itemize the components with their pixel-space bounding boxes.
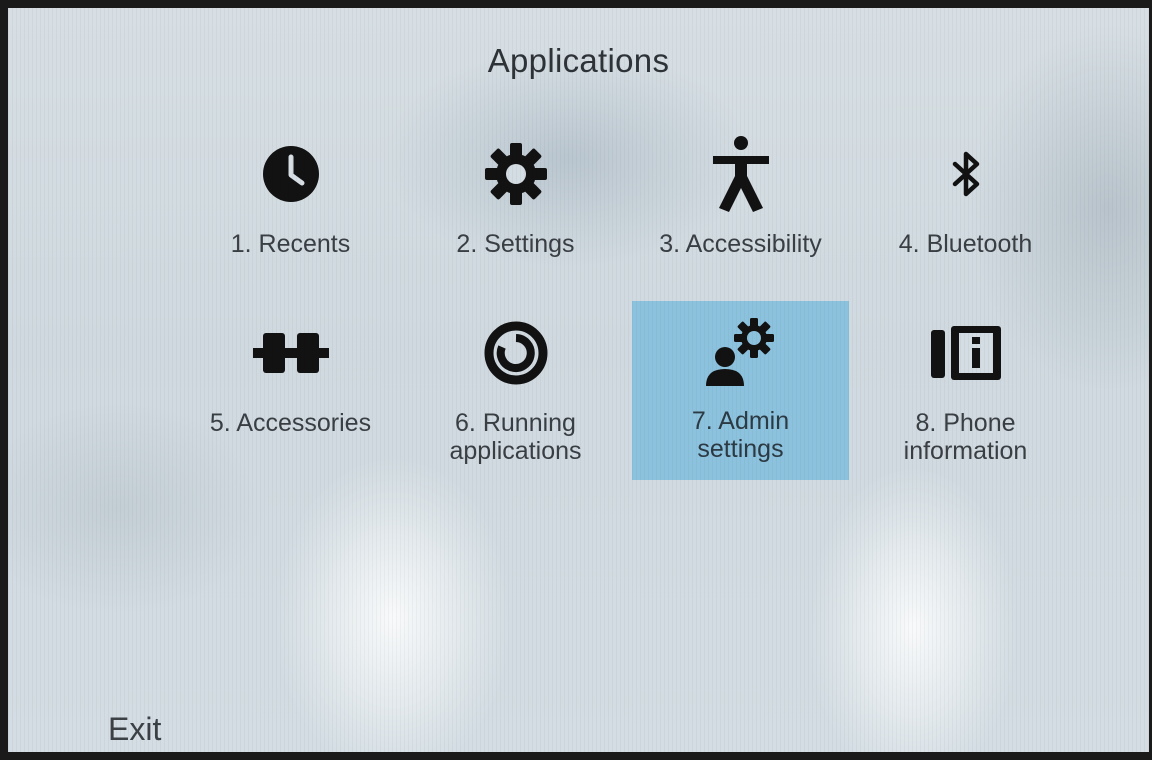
app-label: 1. Recents xyxy=(230,230,351,258)
running-applications-icon xyxy=(476,313,556,393)
app-label: 2. Settings xyxy=(456,230,575,258)
gear-icon xyxy=(476,134,556,214)
app-label: 6. Running applications xyxy=(449,409,582,465)
exit-softkey[interactable]: Exit xyxy=(108,711,161,748)
app-tile-settings[interactable]: 2. Settings xyxy=(403,128,628,303)
app-label: 5. Accessories xyxy=(209,409,372,437)
app-tile-phone-information[interactable]: 8. Phone information xyxy=(853,303,1078,478)
phone-information-icon xyxy=(926,313,1006,393)
app-label: 4. Bluetooth xyxy=(898,230,1033,258)
app-label: 3. Accessibility xyxy=(659,230,822,258)
app-tile-recents[interactable]: 1. Recents xyxy=(178,128,403,303)
page-title: Applications xyxy=(487,42,670,79)
bluetooth-icon xyxy=(926,134,1006,214)
app-label: 8. Phone information xyxy=(903,409,1028,465)
app-tile-running-applications[interactable]: 6. Running applications xyxy=(403,303,628,478)
admin-settings-icon xyxy=(701,311,781,391)
clock-icon xyxy=(251,134,331,214)
applications-grid: 1. Recents 2. Settings 3. Accessibility … xyxy=(178,128,1078,480)
app-tile-accessibility[interactable]: 3. Accessibility xyxy=(628,128,853,303)
accessories-connector-icon xyxy=(251,313,331,393)
app-label: 7. Admin settings xyxy=(691,407,790,463)
app-tile-bluetooth[interactable]: 4. Bluetooth xyxy=(853,128,1078,303)
app-tile-admin-settings[interactable]: 7. Admin settings xyxy=(632,301,849,480)
app-tile-accessories[interactable]: 5. Accessories xyxy=(178,303,403,478)
accessibility-person-icon xyxy=(701,134,781,214)
applications-screen: Applications 1. Recents 2. Settings 3. A… xyxy=(0,0,1152,760)
